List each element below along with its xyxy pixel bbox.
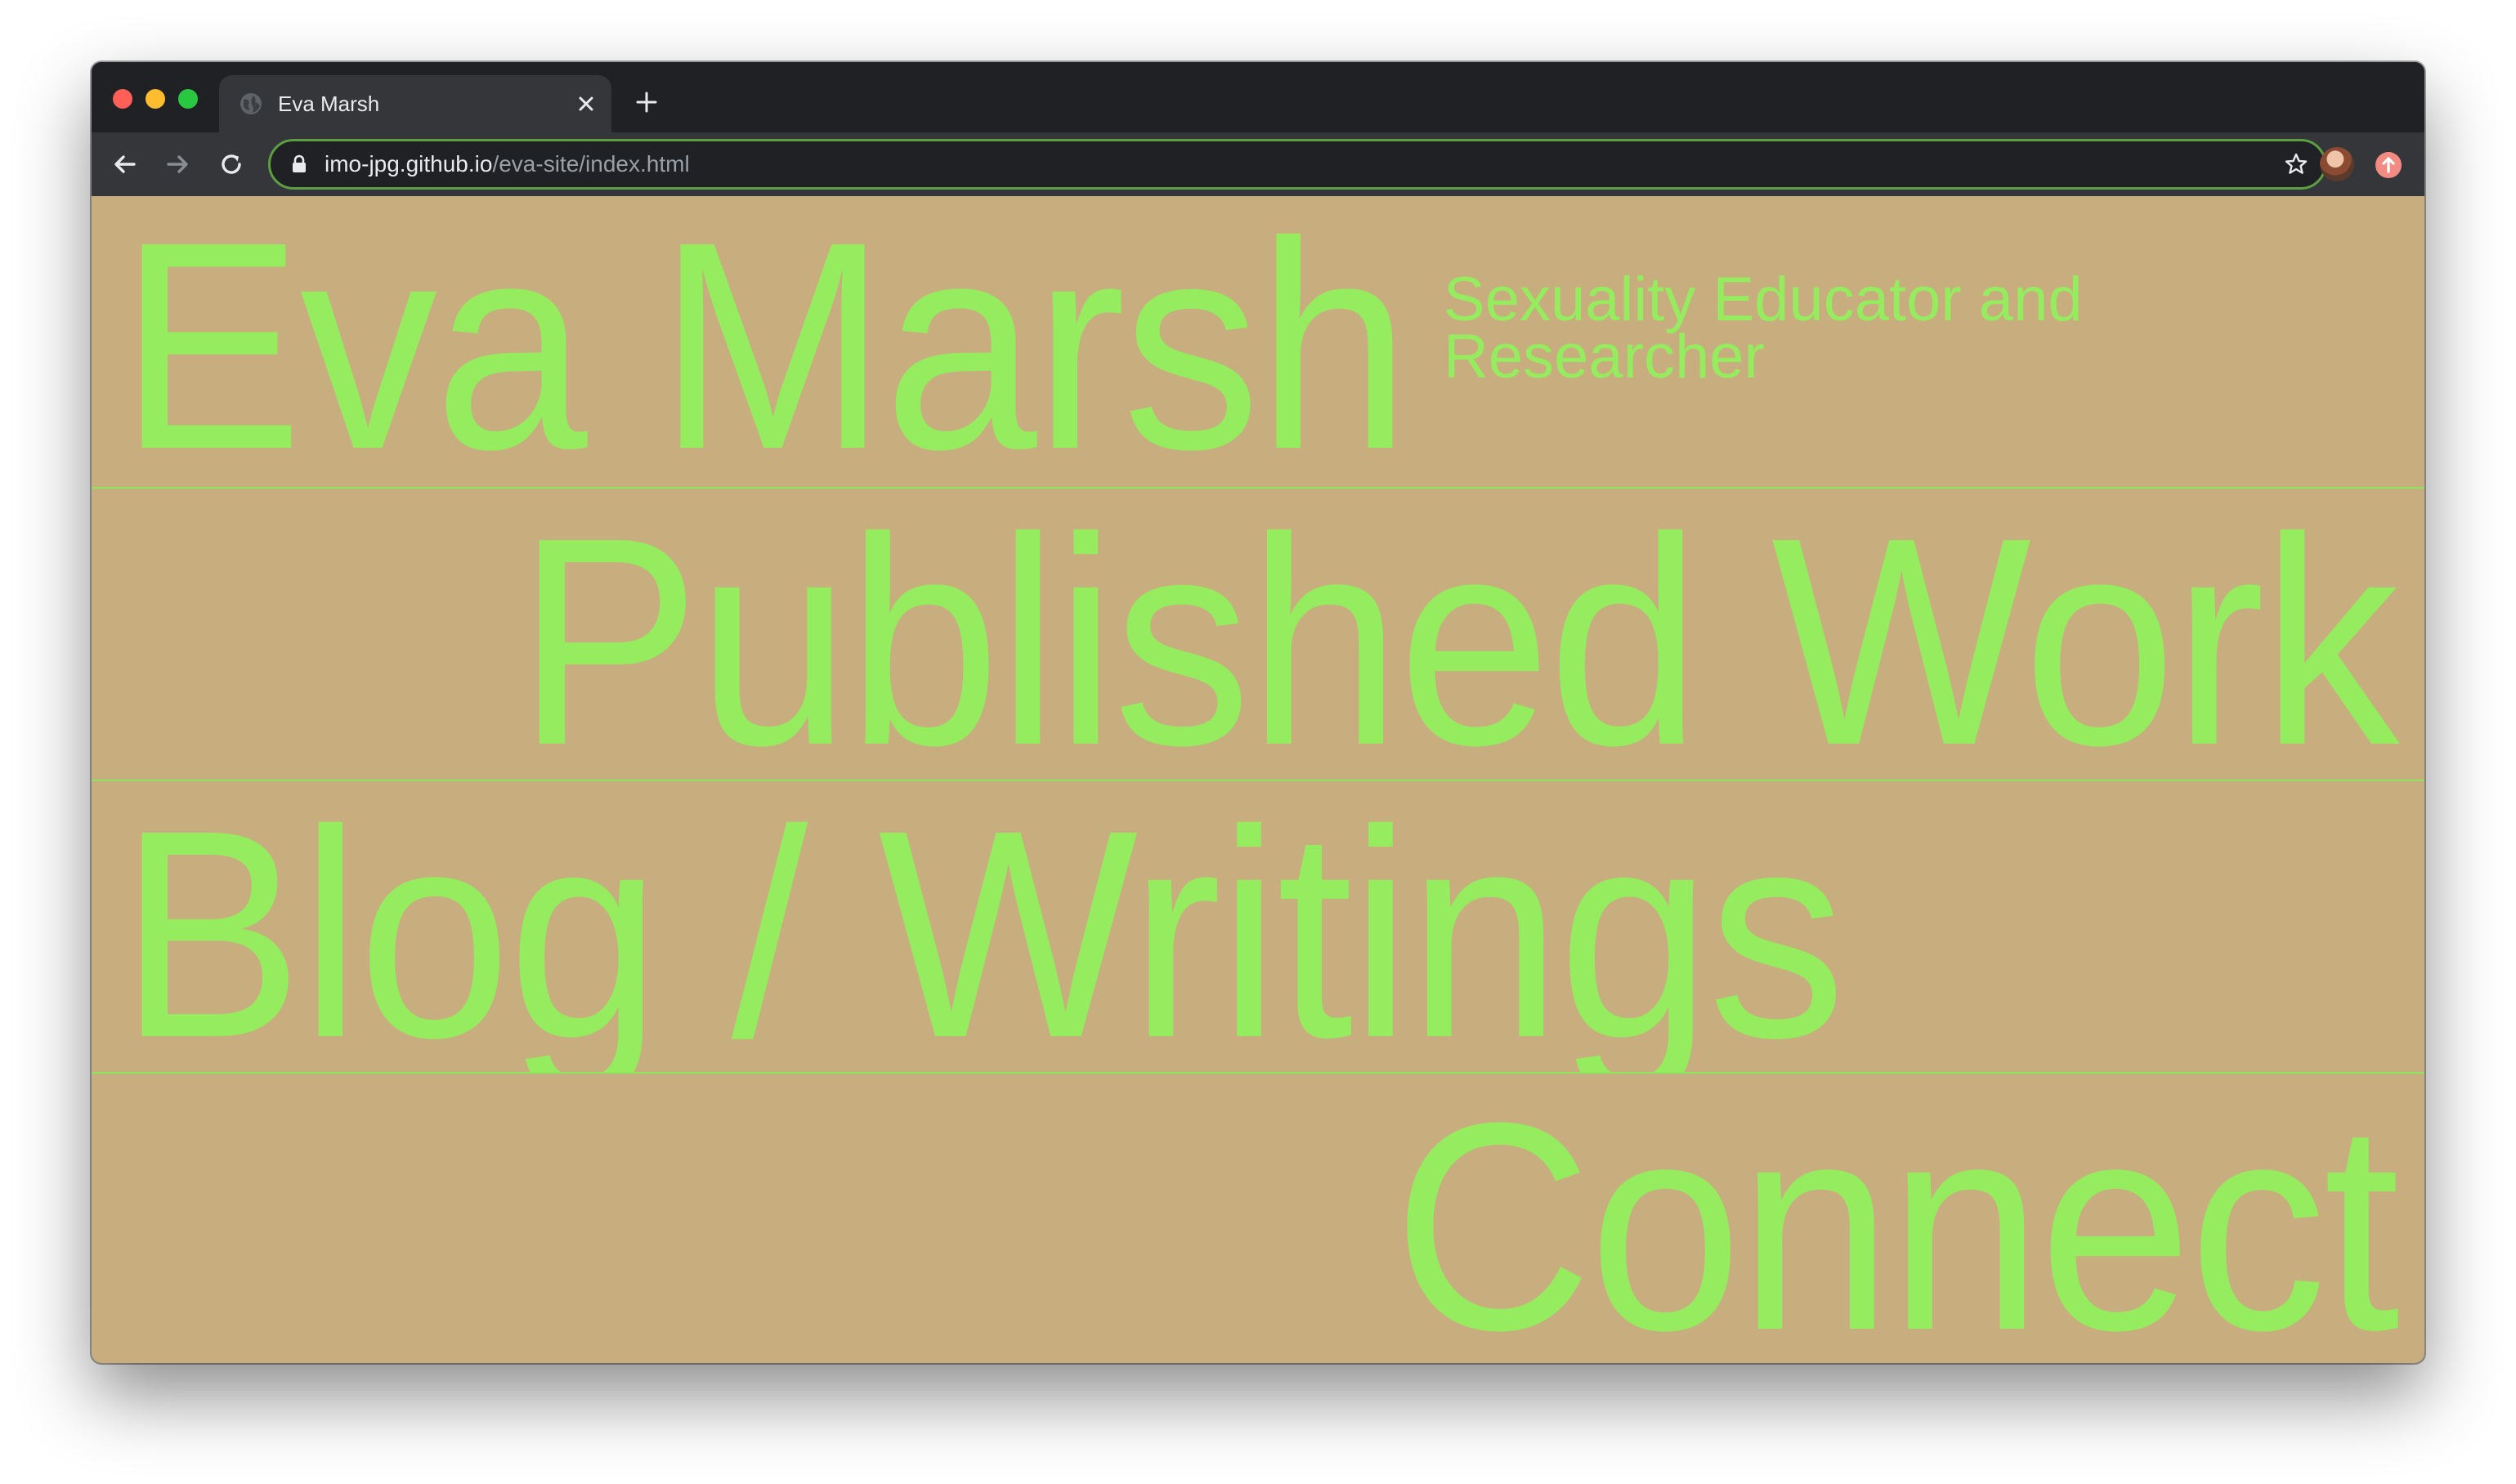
avatar[interactable]	[2320, 147, 2354, 181]
address-bar[interactable]: imo-jpg.github.io/eva-site/index.html	[268, 139, 2326, 190]
nav-row-connect: Connect	[92, 1074, 2424, 1364]
back-arrow-icon[interactable]	[110, 149, 141, 180]
maximize-window-button[interactable]	[178, 89, 198, 109]
nav-link-published-work[interactable]: Published Work	[517, 494, 2400, 780]
forward-arrow-icon[interactable]	[162, 149, 193, 180]
globe-icon	[240, 93, 262, 114]
minimize-window-button[interactable]	[145, 89, 165, 109]
browser-toolbar: imo-jpg.github.io/eva-site/index.html	[92, 132, 2424, 196]
nav-row-published-work: Published Work	[92, 489, 2424, 781]
nav-link-connect[interactable]: Connect	[1393, 1079, 2400, 1364]
star-icon[interactable]	[2283, 151, 2309, 177]
up-arrow-icon	[2382, 157, 2395, 173]
site-title[interactable]: Eva Marsh	[119, 198, 1410, 488]
lock-icon[interactable]	[290, 154, 308, 175]
plus-icon[interactable]	[634, 90, 659, 114]
tab-title: Eva Marsh	[278, 92, 380, 116]
url-text[interactable]: imo-jpg.github.io/eva-site/index.html	[325, 150, 690, 178]
header-row: Eva Marsh Sexuality Educator and Researc…	[92, 196, 2424, 489]
close-window-button[interactable]	[113, 89, 132, 109]
browser-window: Eva Marsh imo-jpg.github.io/eva-site/ind…	[92, 62, 2424, 1363]
close-icon[interactable]	[575, 93, 597, 114]
page-viewport: Eva Marsh Sexuality Educator and Researc…	[92, 196, 2424, 1363]
reload-icon[interactable]	[216, 149, 247, 180]
update-icon[interactable]	[2375, 152, 2402, 178]
nav-row-blog: Blog / Writings	[92, 781, 2424, 1074]
url-host: imo-jpg.github.io	[325, 151, 493, 177]
site-subtitle: Sexuality Educator and Researcher	[1444, 265, 2083, 391]
url-path: /eva-site/index.html	[492, 151, 690, 177]
nav-link-blog-writings[interactable]: Blog / Writings	[119, 786, 1846, 1073]
tab-strip: Eva Marsh	[92, 62, 2424, 132]
tab-active[interactable]: Eva Marsh	[219, 75, 611, 132]
